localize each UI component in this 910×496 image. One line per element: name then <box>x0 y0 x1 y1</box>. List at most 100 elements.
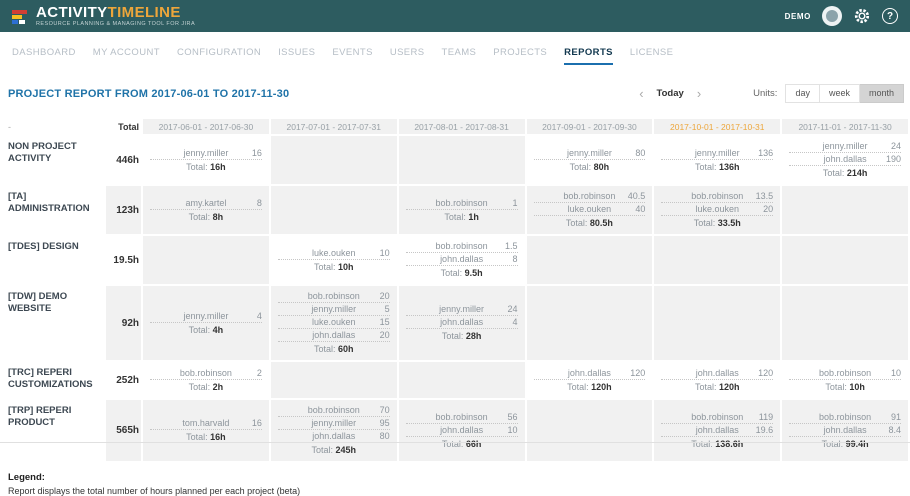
entry-hours: 4 <box>234 310 262 322</box>
entry-user: john.dallas <box>306 329 362 341</box>
column-header-project: - <box>0 119 104 134</box>
month-cell <box>399 362 525 398</box>
month-total: Total: 1h <box>399 210 525 224</box>
project-row: [TDES] DESIGN19.5hluke.ouken10Total: 10h… <box>0 236 908 284</box>
user-hours-entry: bob.robinson10 <box>789 367 901 380</box>
user-hours-entry: jenny.miller80 <box>534 147 646 160</box>
month-total: Total: 99.4h <box>782 437 908 451</box>
nav-item-reports[interactable]: REPORTS <box>564 47 613 65</box>
legend: Legend: Report displays the total number… <box>0 472 910 496</box>
entry-hours: 20 <box>745 203 773 215</box>
user-hours-entry: jenny.miller16 <box>150 147 262 160</box>
help-icon[interactable]: ? <box>882 8 898 24</box>
nav-item-issues[interactable]: ISSUES <box>278 47 315 63</box>
month-total: Total: 120h <box>527 380 653 394</box>
project-total: 446h <box>106 136 141 184</box>
report-header-row: -Total2017-06-01 - 2017-06-302017-07-01 … <box>0 119 908 134</box>
entry-user: john.dallas <box>434 253 490 265</box>
entry-user: jenny.miller <box>817 140 873 152</box>
nav-item-users[interactable]: USERS <box>390 47 425 63</box>
legend-text: Report displays the total number of hour… <box>8 486 910 496</box>
user-hours-entry: bob.robinson119 <box>661 411 773 424</box>
page-title: PROJECT REPORT FROM 2017-06-01 TO 2017-1… <box>8 88 289 100</box>
entry-user: jenny.miller <box>178 147 234 159</box>
month-cell <box>654 286 780 360</box>
entry-hours: 80 <box>617 147 645 159</box>
nav-item-projects[interactable]: PROJECTS <box>493 47 547 63</box>
entry-user: bob.robinson <box>434 240 490 252</box>
month-cell: john.dallas120Total: 120h <box>654 362 780 398</box>
app-tagline: RESOURCE PLANNING & MANAGING TOOL FOR JI… <box>36 22 195 28</box>
entry-hours: 136 <box>745 147 773 159</box>
month-cell <box>271 136 397 184</box>
unit-button-week[interactable]: week <box>820 84 860 103</box>
month-cell: jenny.miller80Total: 80h <box>527 136 653 184</box>
user-hours-entry: jenny.miller24 <box>406 303 518 316</box>
user-hours-entry: john.dallas8.4 <box>789 424 901 437</box>
month-cell: luke.ouken10Total: 10h <box>271 236 397 284</box>
user-hours-entry: john.dallas19.6 <box>661 424 773 437</box>
month-cell <box>782 236 908 284</box>
unit-button-day[interactable]: day <box>785 84 820 103</box>
project-name: [TA] ADMINISTRATION <box>0 186 104 234</box>
gear-icon[interactable] <box>853 7 871 25</box>
nav-item-teams[interactable]: TEAMS <box>442 47 477 63</box>
date-pager: ‹ Today › <box>639 88 701 99</box>
user-hours-entry: bob.robinson13.5 <box>661 190 773 203</box>
month-total: Total: 60h <box>271 342 397 356</box>
avatar[interactable] <box>822 6 842 26</box>
entry-hours: 13.5 <box>745 190 773 202</box>
entry-user: amy.kartel <box>178 197 234 209</box>
month-cell <box>527 400 653 461</box>
entry-hours: 16 <box>234 417 262 429</box>
nav-item-events[interactable]: EVENTS <box>332 47 372 63</box>
unit-button-month[interactable]: month <box>860 84 904 103</box>
month-cell: bob.robinson119john.dallas19.6Total: 138… <box>654 400 780 461</box>
month-cell: bob.robinson1Total: 1h <box>399 186 525 234</box>
units-label: Units: <box>753 88 777 99</box>
project-total: 565h <box>106 400 141 461</box>
footer-divider <box>0 442 910 443</box>
month-cell: bob.robinson1.5john.dallas8Total: 9.5h <box>399 236 525 284</box>
next-period-button[interactable]: › <box>697 89 701 99</box>
legend-title: Legend: <box>8 472 910 483</box>
user-label: DEMO <box>785 12 811 21</box>
user-hours-entry: bob.robinson56 <box>406 411 518 424</box>
entry-hours: 24 <box>873 140 901 152</box>
month-cell: bob.robinson70jenny.miller95john.dallas8… <box>271 400 397 461</box>
month-cell: jenny.miller136Total: 136h <box>654 136 780 184</box>
user-hours-entry: jenny.miller4 <box>150 310 262 323</box>
user-hours-entry: bob.robinson1 <box>406 197 518 210</box>
project-total: 252h <box>106 362 141 398</box>
entry-user: bob.robinson <box>689 190 745 202</box>
nav-item-configuration[interactable]: CONFIGURATION <box>177 47 261 63</box>
month-cell <box>399 136 525 184</box>
today-button[interactable]: Today <box>657 88 684 99</box>
entry-hours: 19.6 <box>745 424 773 436</box>
month-cell: bob.robinson13.5luke.ouken20Total: 33.5h <box>654 186 780 234</box>
entry-hours: 91 <box>873 411 901 423</box>
nav-item-dashboard[interactable]: DASHBOARD <box>12 47 76 63</box>
nav-item-my-account[interactable]: MY ACCOUNT <box>93 47 160 63</box>
entry-user: bob.robinson <box>562 190 618 202</box>
project-row: [TA] ADMINISTRATION123hamy.kartel8Total:… <box>0 186 908 234</box>
prev-period-button[interactable]: ‹ <box>639 89 643 99</box>
column-header-period: 2017-10-01 - 2017-10-31 <box>654 119 780 134</box>
month-cell: bob.robinson91john.dallas8.4Total: 99.4h <box>782 400 908 461</box>
nav-item-license[interactable]: LICENSE <box>630 47 673 63</box>
entry-hours: 56 <box>490 411 518 423</box>
user-hours-entry: bob.robinson1.5 <box>406 240 518 253</box>
entry-user: john.dallas <box>434 424 490 436</box>
entry-user: john.dallas <box>817 153 873 165</box>
month-cell: bob.robinson40.5luke.ouken40Total: 80.5h <box>527 186 653 234</box>
entry-hours: 40.5 <box>617 190 645 202</box>
project-row: [TDW] DEMO WEBSITE92hjenny.miller4Total:… <box>0 286 908 360</box>
entry-user: john.dallas <box>689 424 745 436</box>
month-cell <box>271 186 397 234</box>
entry-hours: 1.5 <box>490 240 518 252</box>
user-hours-entry: bob.robinson91 <box>789 411 901 424</box>
entry-hours: 10 <box>362 247 390 259</box>
app-logo: ACTIVITYTIMELINE RESOURCE PLANNING & MAN… <box>36 5 195 28</box>
project-name: [TDW] DEMO WEBSITE <box>0 286 104 360</box>
entry-hours: 10 <box>873 367 901 379</box>
